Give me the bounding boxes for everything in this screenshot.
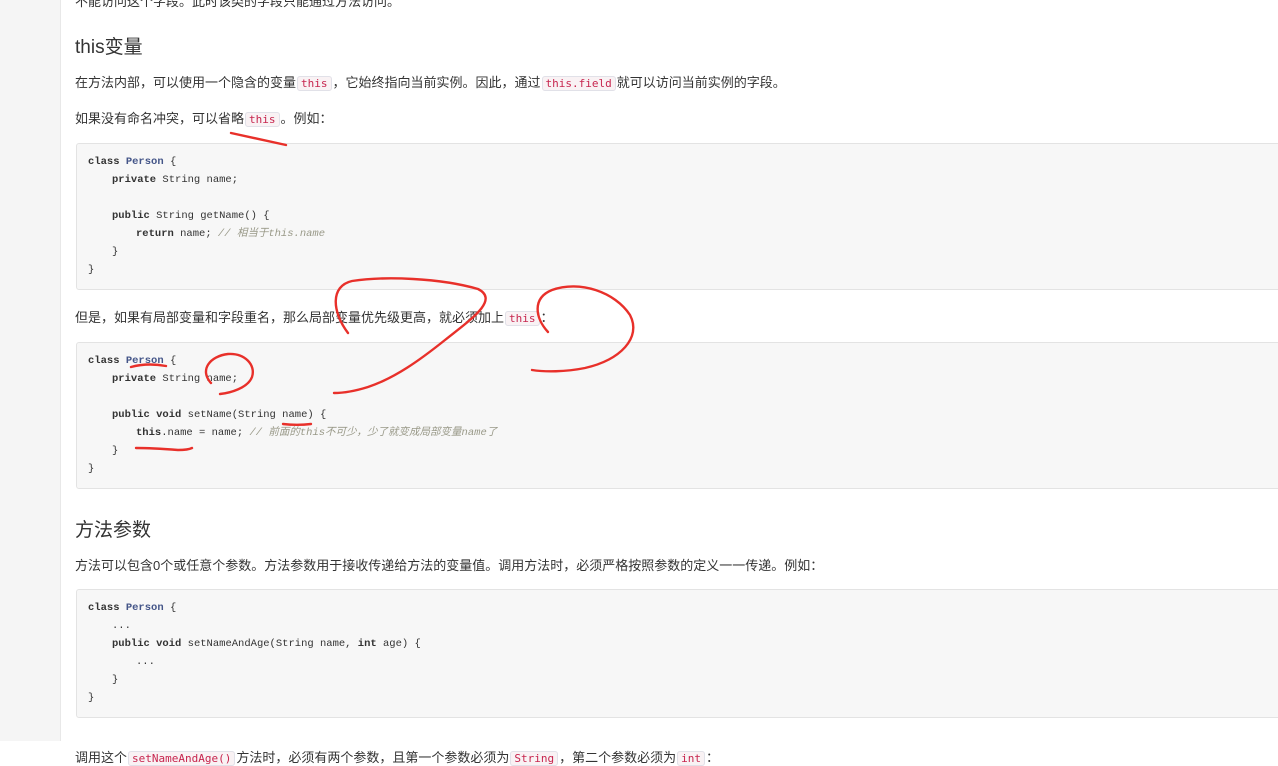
code-block-getname: class Person { private String name; publ… [76, 143, 1278, 290]
heading-method-params: 方法参数 [75, 520, 152, 541]
code-line: } [112, 445, 119, 457]
code-line: ... [112, 620, 131, 632]
inline-code-this: this [297, 76, 332, 91]
code-line: class Person { [88, 156, 177, 168]
article-content: 不能访问这个字段。此时该类的字段只能通过方法访问。 this变量 在方法内部，可… [61, 0, 1278, 766]
code-line: ... [136, 656, 155, 668]
code-line: public void setNameAndAge(String name, i… [112, 638, 421, 650]
code-line: } [112, 246, 119, 258]
code-line: return name; // 相当于this.name [136, 228, 326, 240]
code-line: this.name = name; // 前面的this不可少，少了就变成局部变… [136, 427, 498, 439]
para-this-intro: 在方法内部，可以使用一个隐含的变量 this ，它始终指向当前实例。因此，通过 thi… [75, 75, 786, 91]
code-line: } [88, 692, 95, 704]
para-omit-this: 如果没有命名冲突，可以省略 this 。例如： [75, 111, 333, 127]
code-line: class Person { [88, 602, 177, 614]
bottom-partial-text: 调用这个 setNameAndAge() 方法时，必须有两个参数，且第一个参数必须为… [75, 750, 720, 766]
code-line: public void setName(String name) { [112, 409, 327, 421]
heading-this-variable: this变量 [75, 37, 143, 58]
code-line: class Person { [88, 355, 177, 367]
inline-code-this: this [245, 112, 280, 127]
code-line: } [88, 463, 95, 475]
top-partial-text: 不能访问这个字段。此时该类的字段只能通过方法访问。 [75, 0, 401, 9]
para-params-intro: 方法可以包含0个或任意个参数。方法参数用于接收传递给方法的变量值。调用方法时，必… [75, 558, 824, 573]
inline-code-this: this [505, 311, 540, 326]
code-line: } [112, 674, 119, 686]
code-line: private String name; [112, 373, 239, 385]
code-line: public String getName() { [112, 210, 270, 222]
left-gutter [0, 0, 61, 741]
para-local-var-priority: 但是，如果有局部变量和字段重名，那么局部变量优先级更高，就必须加上 this： [75, 310, 554, 326]
code-block-setname: class Person { private String name; publ… [76, 342, 1278, 489]
inline-code-this-field: this.field [541, 76, 616, 91]
code-block-setnameandage: class Person { ... public void setNameAn… [76, 589, 1278, 718]
code-line: private String name; [112, 174, 239, 186]
code-line: } [88, 264, 95, 276]
